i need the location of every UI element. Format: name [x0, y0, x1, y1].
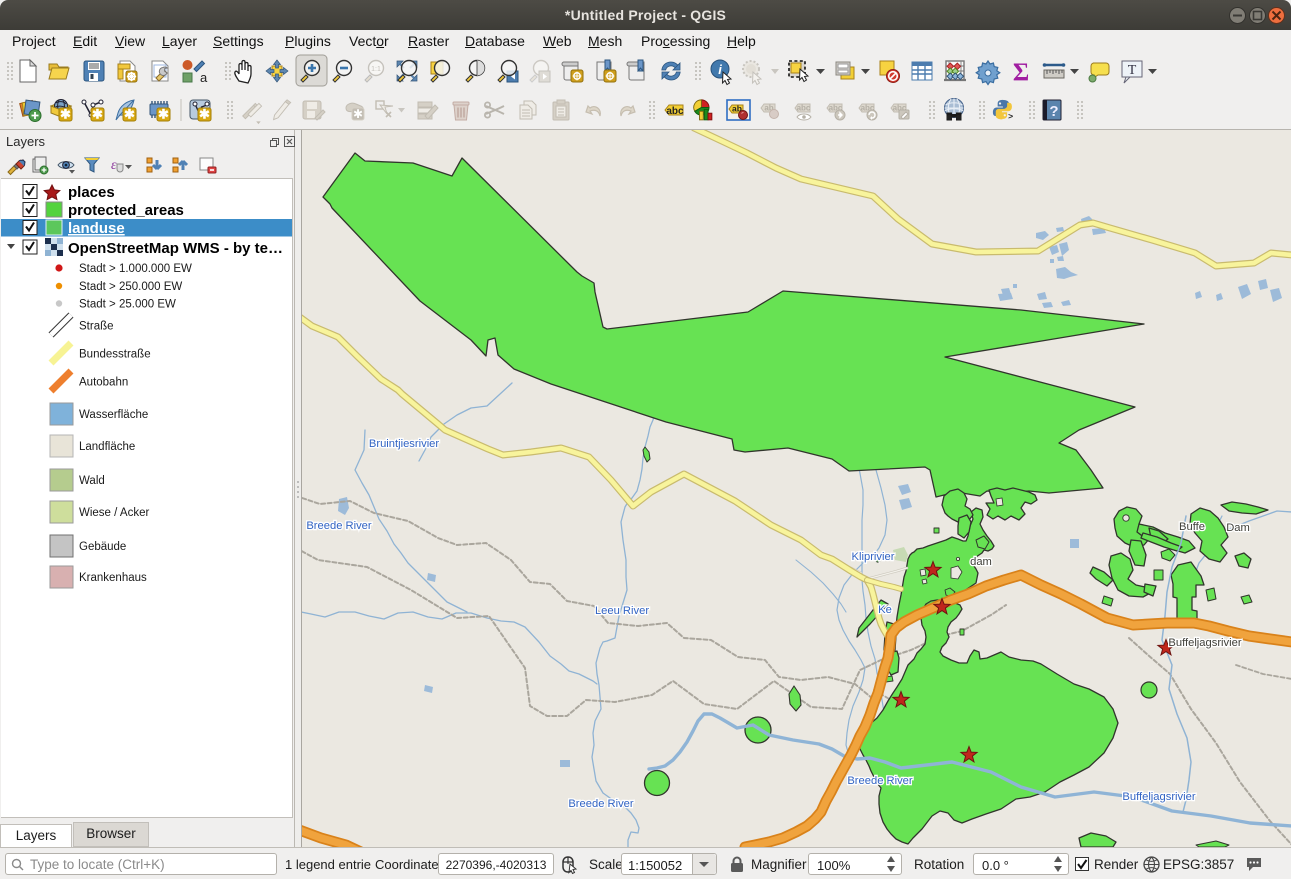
svg-text:landuse: landuse — [68, 220, 125, 237]
svg-text:Autobahn: Autobahn — [79, 377, 128, 389]
svg-text:?: ? — [1049, 103, 1058, 120]
svg-text:Σ: Σ — [1013, 59, 1029, 86]
svg-text:abc: abc — [797, 104, 811, 113]
svg-text:a: a — [200, 70, 208, 85]
svg-text:OpenStreetMap WMS - by te…: OpenStreetMap WMS - by te… — [68, 240, 283, 257]
svg-text:Straße: Straße — [79, 321, 114, 333]
svg-text:Stadt > 250.000 EW: Stadt > 250.000 EW — [79, 281, 182, 293]
svg-text:Leeu River: Leeu River — [595, 605, 649, 617]
svg-text:Buffeljagsrivier: Buffeljagsrivier — [1168, 637, 1241, 649]
svg-text:Ke: Ke — [878, 604, 892, 616]
svg-text:1:1: 1:1 — [371, 66, 381, 73]
svg-text:Wiese / Acker: Wiese / Acker — [79, 507, 149, 519]
svg-text:Wasserfläche: Wasserfläche — [79, 409, 148, 421]
svg-text:Bruintjiesrivier: Bruintjiesrivier — [369, 438, 440, 450]
svg-text:T: T — [1128, 63, 1137, 78]
svg-text:Bundesstraße: Bundesstraße — [79, 349, 151, 361]
svg-text:dam: dam — [970, 556, 992, 568]
svg-text:Breede River: Breede River — [847, 775, 913, 787]
svg-text:Buffeljagsrivier: Buffeljagsrivier — [1122, 791, 1195, 803]
svg-text:Breede River: Breede River — [568, 798, 634, 810]
svg-text:Landfläche: Landfläche — [79, 441, 135, 453]
svg-text:✱: ✱ — [124, 107, 135, 122]
svg-text:Kliprivier: Kliprivier — [852, 551, 895, 563]
svg-text:Gebäude: Gebäude — [79, 541, 126, 553]
svg-text:✱: ✱ — [60, 107, 71, 122]
svg-text:Breede River: Breede River — [306, 520, 372, 532]
svg-text:✱: ✱ — [353, 107, 363, 121]
svg-text:✱: ✱ — [92, 107, 103, 122]
svg-text:Wald: Wald — [79, 475, 105, 487]
svg-text:i: i — [718, 62, 722, 77]
svg-text:✱: ✱ — [158, 107, 169, 122]
svg-text:>: > — [1008, 111, 1013, 121]
svg-text:ε: ε — [111, 158, 117, 173]
svg-text:Stadt > 25.000 EW: Stadt > 25.000 EW — [79, 299, 176, 311]
svg-text:Buffe: Buffe — [1179, 521, 1205, 533]
svg-text:abc: abc — [666, 106, 684, 117]
svg-text:Stadt > 1.000.000 EW: Stadt > 1.000.000 EW — [79, 263, 192, 275]
svg-text:Dam: Dam — [1226, 522, 1250, 534]
svg-text:protected_areas: protected_areas — [68, 202, 184, 219]
svg-text:✱: ✱ — [199, 107, 210, 122]
svg-text:Krankenhaus: Krankenhaus — [79, 572, 147, 584]
svg-text:places: places — [68, 184, 115, 201]
